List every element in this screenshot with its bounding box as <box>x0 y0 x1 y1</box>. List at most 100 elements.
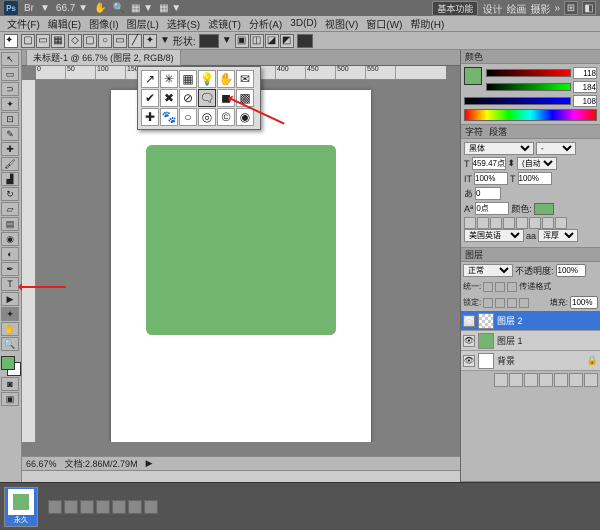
menu-image[interactable]: 图像(I) <box>86 16 121 31</box>
tween-icon[interactable] <box>112 500 126 514</box>
pen-tool[interactable]: ✒ <box>1 262 19 276</box>
shape-preview[interactable] <box>199 34 219 48</box>
search-icon[interactable]: ⊞ <box>564 1 578 15</box>
history-brush-tool[interactable]: ↻ <box>1 187 19 201</box>
visibility-icon[interactable]: 👁 <box>463 355 475 367</box>
cslive-icon[interactable]: ◧ <box>582 1 596 15</box>
character-tab[interactable]: 字符 <box>465 125 483 138</box>
r-value[interactable] <box>573 67 597 79</box>
shape-layer-icon[interactable]: ▢ <box>21 34 35 48</box>
shape-ring-icon[interactable]: ◎ <box>198 108 216 126</box>
screenmode-icon[interactable]: ▣ <box>1 392 19 406</box>
menu-analysis[interactable]: 分析(A) <box>246 16 285 31</box>
layer-thumb[interactable] <box>478 313 494 329</box>
next-frame-icon[interactable] <box>96 500 110 514</box>
shape-speech-icon[interactable]: 🗨 <box>198 89 216 107</box>
wand-tool[interactable]: ✦ <box>1 97 19 111</box>
layer-thumb[interactable] <box>478 333 494 349</box>
menu-3d[interactable]: 3D(D) <box>287 18 320 29</box>
opacity-value[interactable] <box>556 264 586 277</box>
tracking[interactable] <box>475 187 501 200</box>
lock-move-icon[interactable] <box>507 298 517 308</box>
shape-arrow-icon[interactable]: ↗ <box>141 70 159 88</box>
menu-select[interactable]: 选择(S) <box>164 16 203 31</box>
shape-icon[interactable]: ○ <box>98 34 112 48</box>
combine-icon[interactable]: ◫ <box>250 34 264 48</box>
view-hand-icon[interactable]: ✋ <box>94 3 106 14</box>
shape-check-icon[interactable]: ✔ <box>141 89 159 107</box>
shape-plus-icon[interactable]: ✚ <box>141 108 159 126</box>
layer-name[interactable]: 背景 <box>497 354 515 367</box>
combine-icon[interactable]: ◪ <box>265 34 279 48</box>
crop-tool[interactable]: ⊡ <box>1 112 19 126</box>
layer-row[interactable]: 👁 背景 🔒 <box>461 351 600 371</box>
combine-icon[interactable]: ◩ <box>280 34 294 48</box>
layer-row[interactable]: 👁 图层 1 <box>461 331 600 351</box>
underline-button[interactable] <box>542 217 554 229</box>
paragraph-tab[interactable]: 段落 <box>489 125 507 138</box>
caps-button[interactable] <box>490 217 502 229</box>
adjustment-layer-icon[interactable] <box>539 373 553 387</box>
menu-window[interactable]: 窗口(W) <box>363 16 405 31</box>
move-tool[interactable]: ↖ <box>1 52 19 66</box>
ruler-vertical[interactable] <box>22 80 36 442</box>
unify-icon[interactable] <box>483 282 493 292</box>
prev-frame-icon[interactable] <box>64 500 78 514</box>
unify-icon[interactable] <box>495 282 505 292</box>
fill-value[interactable] <box>570 296 598 309</box>
italic-button[interactable] <box>477 217 489 229</box>
smallcaps-button[interactable] <box>503 217 515 229</box>
eyedropper-tool[interactable]: ✎ <box>1 127 19 141</box>
b-value[interactable] <box>573 95 597 107</box>
font-family[interactable]: 黑体 <box>464 142 534 155</box>
shape-dropdown[interactable]: ▼ <box>222 35 232 46</box>
menu-layer[interactable]: 图层(L) <box>124 16 162 31</box>
strike-button[interactable] <box>555 217 567 229</box>
workspace-tab[interactable]: 设计 <box>482 1 502 16</box>
shape-nosign-icon[interactable]: ⊘ <box>179 89 197 107</box>
menu-view[interactable]: 视图(V) <box>322 16 361 31</box>
eraser-tool[interactable]: ▱ <box>1 202 19 216</box>
layer-row[interactable]: 👁 图层 2 <box>461 311 600 331</box>
workspace-tab[interactable]: 摄影 <box>530 1 550 16</box>
stamp-tool[interactable]: ▟ <box>1 172 19 186</box>
zoom-tool[interactable]: 🔍 <box>1 337 19 351</box>
fill-pixels-icon[interactable]: ▦ <box>51 34 65 48</box>
play-icon[interactable] <box>80 500 94 514</box>
bold-button[interactable] <box>464 217 476 229</box>
dodge-tool[interactable]: ◐ <box>1 247 19 261</box>
frame-thumb[interactable]: 永久 <box>4 487 38 527</box>
font-style[interactable]: - <box>536 142 576 155</box>
antialias[interactable]: 浑厚 <box>538 229 578 242</box>
combine-icon[interactable]: ▣ <box>235 34 249 48</box>
shape-bulb-icon[interactable]: 💡 <box>198 70 216 88</box>
link-layers-icon[interactable] <box>494 373 508 387</box>
hscale[interactable] <box>518 172 552 185</box>
menu-filter[interactable]: 滤镜(T) <box>205 16 244 31</box>
shape-burst-icon[interactable]: ✳ <box>160 70 178 88</box>
shape-envelope-icon[interactable]: ✉ <box>236 70 254 88</box>
g-slider[interactable] <box>486 83 571 91</box>
shape-paw-icon[interactable]: 🐾 <box>160 108 178 126</box>
r-slider[interactable] <box>486 69 571 77</box>
visibility-icon[interactable]: 👁 <box>463 335 475 347</box>
new-frame-icon[interactable] <box>128 500 142 514</box>
shape-icon[interactable]: ╱ <box>128 34 142 48</box>
delete-frame-icon[interactable] <box>144 500 158 514</box>
view-zoom-icon[interactable]: 🔍 <box>113 3 125 14</box>
heal-tool[interactable]: ✚ <box>1 142 19 156</box>
layers-tab[interactable]: 图层 <box>465 248 483 261</box>
layer-fx-icon[interactable] <box>509 373 523 387</box>
blend-mode[interactable]: 正常 <box>463 264 513 277</box>
baseline-shift[interactable] <box>475 202 509 215</box>
sub-button[interactable] <box>529 217 541 229</box>
shape-icon[interactable]: ▢ <box>83 34 97 48</box>
zoom-level[interactable]: 66.67% <box>26 459 57 469</box>
visibility-icon[interactable]: 👁 <box>463 315 475 327</box>
shape-hand-icon[interactable]: ✋ <box>217 70 235 88</box>
workspace-selector[interactable]: 基本功能 <box>432 1 478 16</box>
blur-tool[interactable]: ◉ <box>1 232 19 246</box>
green-rectangle-shape[interactable] <box>146 145 336 335</box>
menu-help[interactable]: 帮助(H) <box>407 16 447 31</box>
shape-target-icon[interactable]: ◉ <box>236 108 254 126</box>
